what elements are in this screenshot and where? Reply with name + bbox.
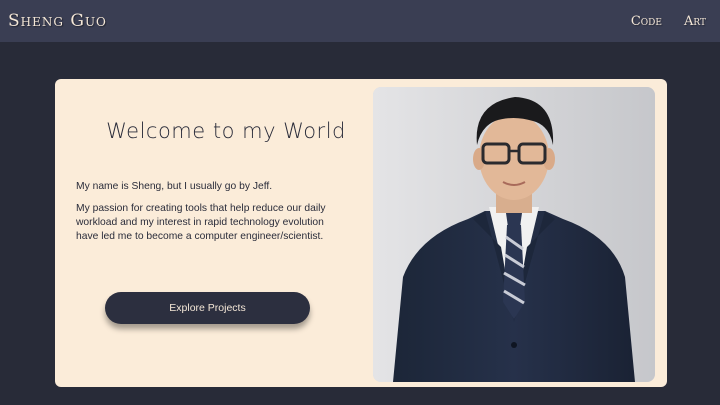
hero-intro-paragraph: My name is Sheng, but I usually go by Je… bbox=[76, 181, 273, 192]
hero-title: Welcome to my World bbox=[106, 119, 346, 143]
nav-link-code[interactable]: Code bbox=[631, 14, 662, 29]
portrait-photo bbox=[373, 87, 655, 382]
hero-intro: My name is Sheng, but I usually go by Je… bbox=[76, 180, 331, 244]
site-logo[interactable]: Sheng Guo bbox=[8, 11, 107, 31]
navbar: Sheng Guo Code Art bbox=[0, 0, 720, 42]
nav-links: Code Art bbox=[631, 14, 706, 29]
explore-projects-button[interactable]: Explore Projects bbox=[105, 292, 310, 324]
nav-link-art[interactable]: Art bbox=[684, 14, 706, 29]
hero-card: Welcome to my World My name is Sheng, bu… bbox=[55, 79, 667, 387]
hero-intro-paragraph: My passion for creating tools that help … bbox=[76, 203, 326, 242]
person-portrait-icon bbox=[373, 87, 655, 382]
